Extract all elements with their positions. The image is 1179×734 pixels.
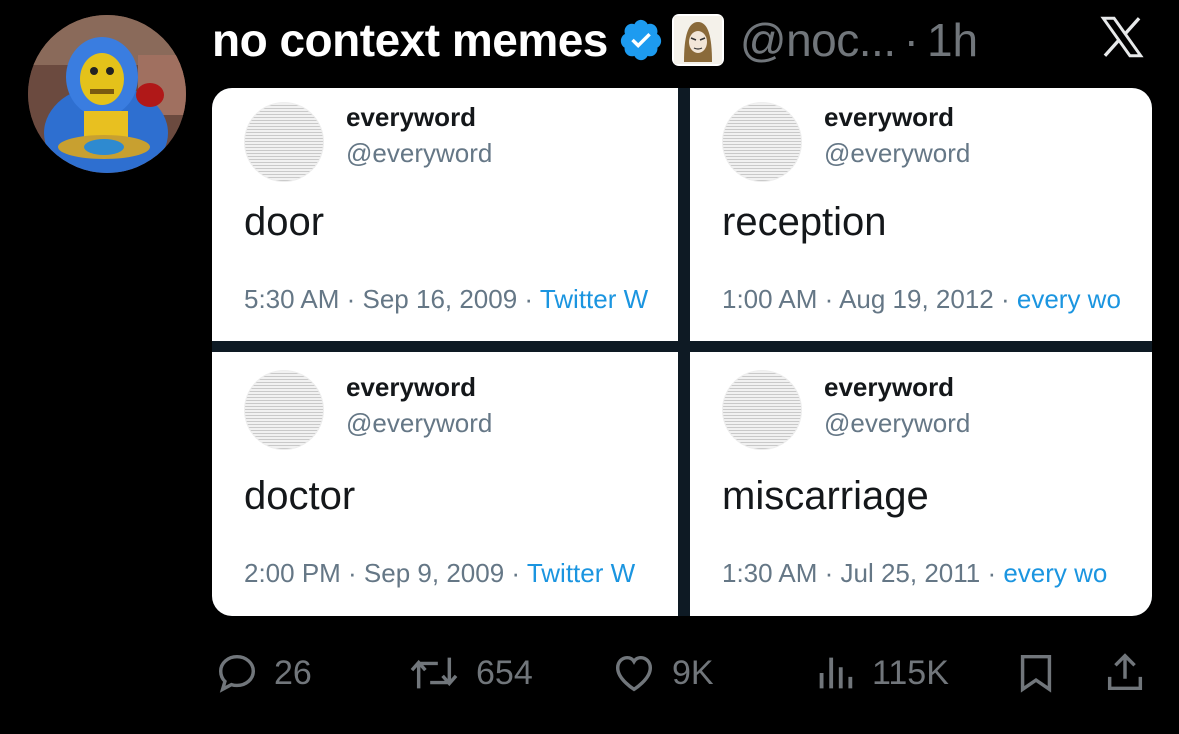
like-count: 9K — [672, 653, 714, 692]
tweet-date: 1:30 AM · Jul 25, 2011 · — [722, 558, 1004, 588]
tweet-screenshot: everyword @everyword miscarriage 1:30 AM… — [690, 352, 1152, 616]
tweet-source: every wo — [1003, 558, 1108, 588]
tweet-meta: 1:00 AM · Aug 19, 2012 · every wo — [722, 284, 1121, 315]
tweet-text: doctor — [244, 474, 356, 518]
tweet-author-name: everyword — [346, 372, 477, 402]
bookmark-button[interactable] — [1013, 650, 1059, 696]
author-avatar[interactable] — [28, 15, 186, 173]
tweet-author-name: everyword — [824, 372, 955, 402]
tweet-author-handle: @everyword — [824, 138, 971, 168]
post-media-grid[interactable]: everyword @everyword door 5:30 AM · Sep … — [212, 88, 1152, 616]
tweet-date: 1:00 AM · Aug 19, 2012 · — [722, 284, 1017, 314]
bookmark-icon — [1020, 654, 1052, 693]
separator-dot: · — [903, 14, 919, 66]
tweet-author-handle: @everyword — [824, 408, 971, 438]
tweet-text: miscarriage — [722, 474, 929, 518]
tweet-avatar — [244, 370, 324, 450]
tweet-screenshot: everyword @everyword doctor 2:00 PM · Se… — [212, 352, 678, 616]
tweet-avatar — [244, 102, 324, 182]
share-icon — [1107, 653, 1143, 691]
repost-icon — [410, 657, 458, 689]
tweet-author-name: everyword — [824, 102, 955, 132]
views-icon — [819, 657, 853, 689]
tweet-date: 2:00 PM · Sep 9, 2009 · — [244, 558, 527, 588]
mascot-avatar-image — [28, 15, 186, 173]
tweet-source: every wo — [1016, 284, 1121, 314]
tweet-screenshot: everyword @everyword reception 1:00 AM ·… — [690, 88, 1152, 341]
tweet-avatar — [722, 102, 802, 182]
tweet-screenshot: everyword @everyword door 5:30 AM · Sep … — [212, 88, 678, 341]
repost-button[interactable]: 654 — [406, 650, 533, 696]
reply-button[interactable]: 26 — [214, 650, 312, 696]
tweet-avatar — [722, 370, 802, 450]
tweet-text: door — [244, 200, 325, 244]
tweet-author-name: everyword — [346, 102, 477, 132]
verified-badge-icon — [618, 17, 664, 63]
reply-icon — [218, 654, 256, 693]
views-button[interactable]: 115K — [812, 650, 949, 696]
post-action-bar: 26 654 9K 115K — [0, 640, 1179, 704]
share-button[interactable] — [1102, 650, 1148, 696]
repost-count: 654 — [476, 653, 533, 692]
views-count: 115K — [872, 653, 949, 692]
tweet-meta: 5:30 AM · Sep 16, 2009 · Twitter W — [244, 284, 648, 315]
tweet-meta: 1:30 AM · Jul 25, 2011 · every wo — [722, 558, 1107, 589]
like-button[interactable]: 9K — [610, 650, 714, 696]
tweet-author-handle: @everyword — [346, 408, 493, 438]
tweet-source: Twitter W — [526, 558, 636, 588]
tweet-author-handle: @everyword — [346, 138, 493, 168]
like-icon — [615, 655, 653, 692]
affiliate-badge-icon[interactable] — [671, 14, 724, 66]
tweet-source: Twitter W — [539, 284, 649, 314]
reply-count: 26 — [274, 653, 312, 692]
post-timestamp[interactable]: 1h — [927, 13, 978, 67]
author-handle[interactable]: @noc... — [740, 13, 896, 67]
x-logo-icon[interactable] — [1097, 12, 1147, 64]
author-display-name[interactable]: no context memes — [212, 13, 608, 67]
tweet-text: reception — [722, 200, 887, 244]
tweet-meta: 2:00 PM · Sep 9, 2009 · Twitter W — [244, 558, 635, 589]
tweet-date: 5:30 AM · Sep 16, 2009 · — [244, 284, 540, 314]
post-header: no context memes @noc... · 1h — [212, 8, 978, 72]
